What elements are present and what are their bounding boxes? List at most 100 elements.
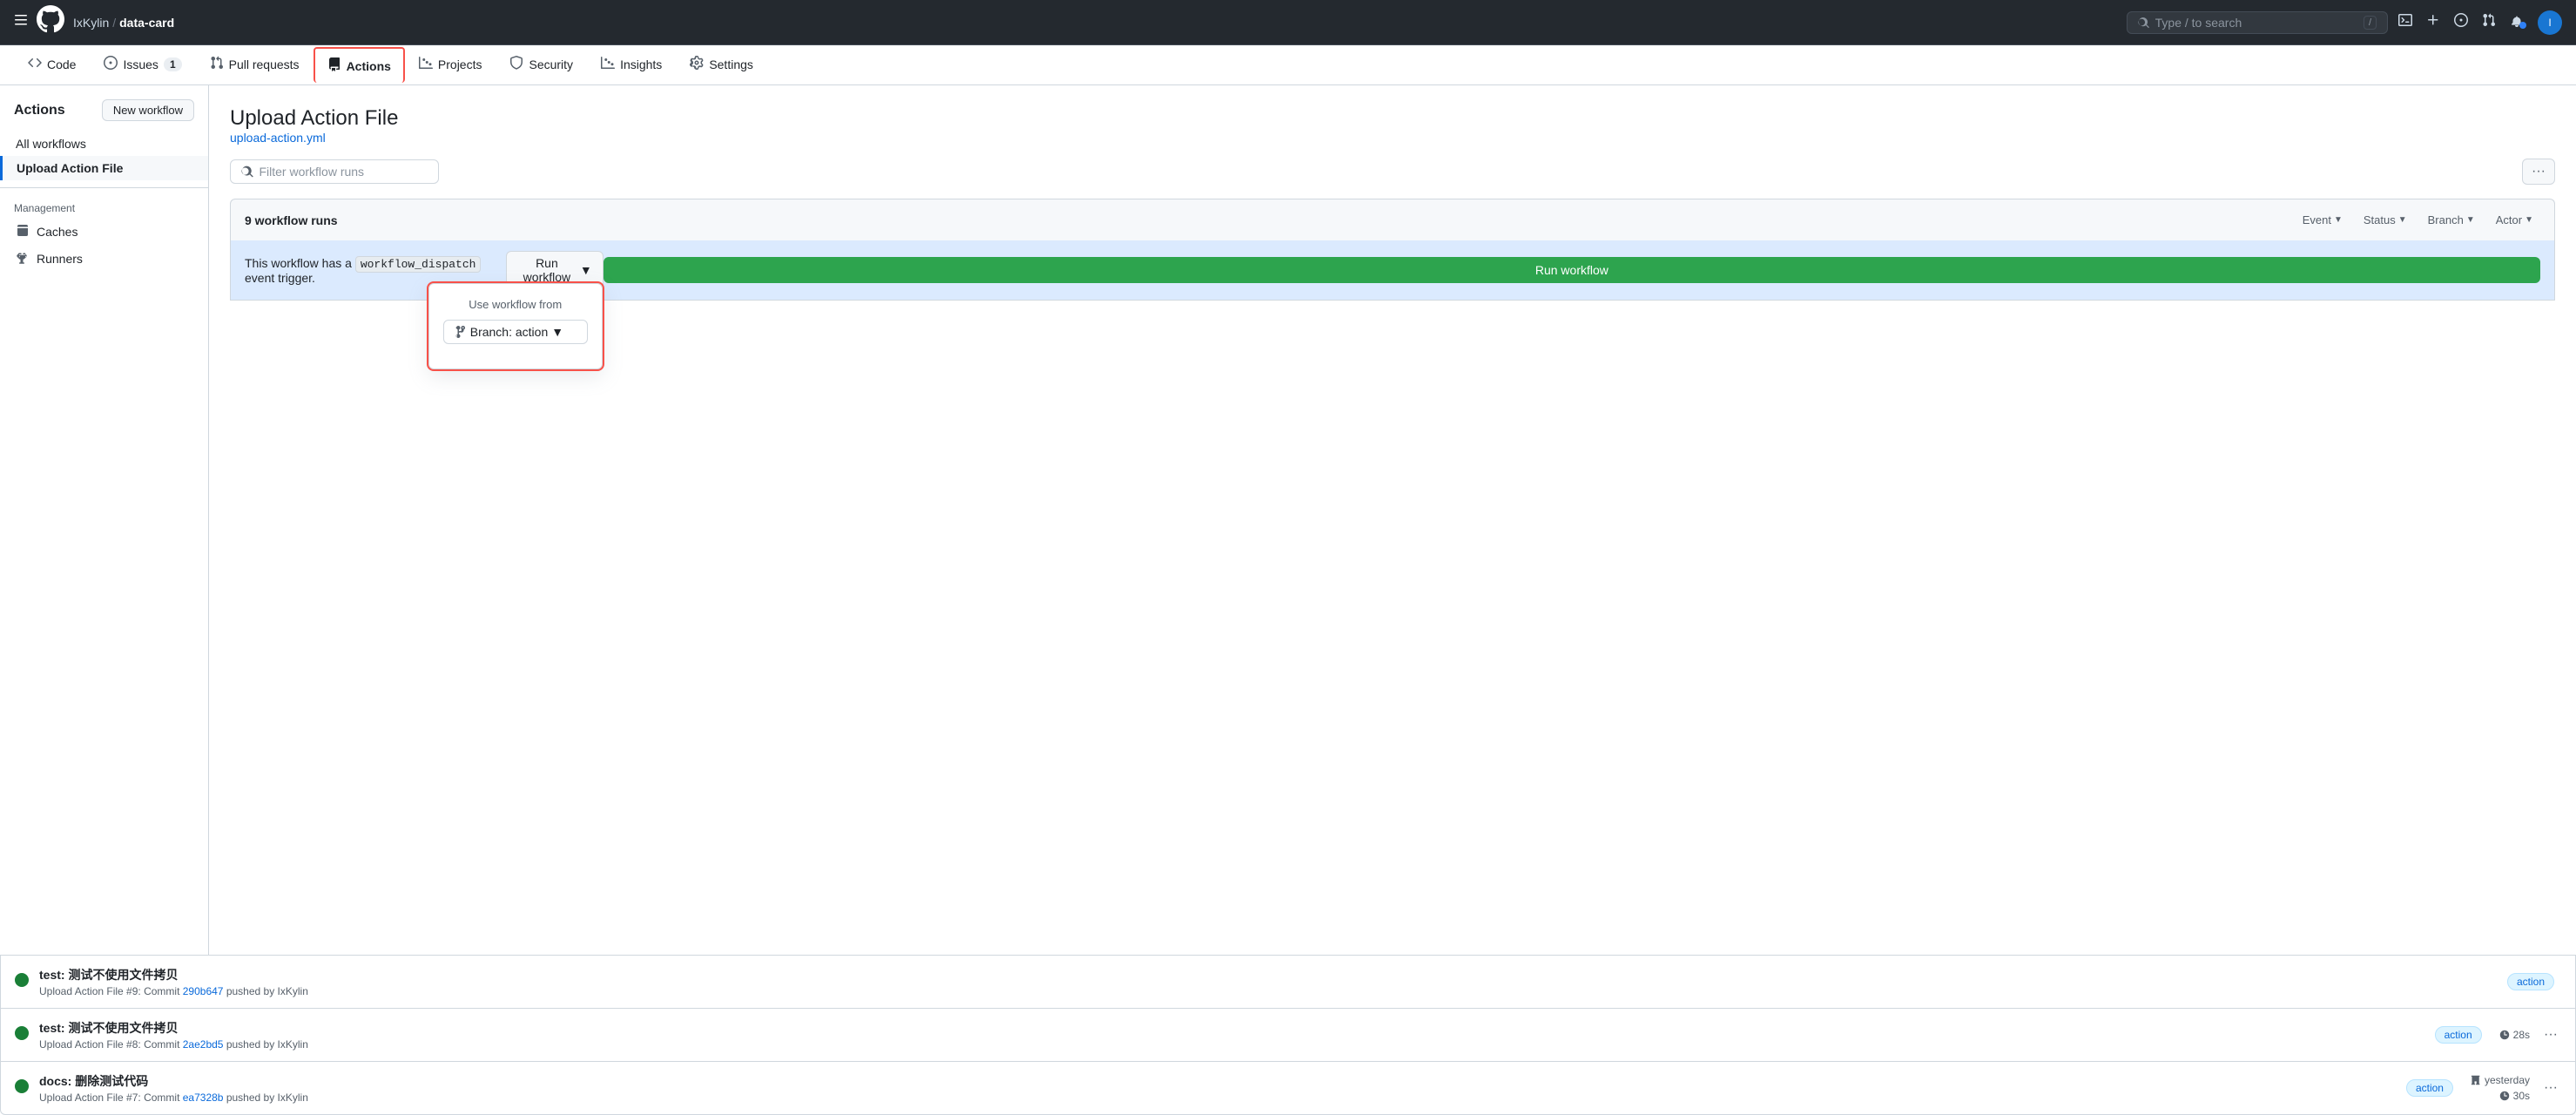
run-info: test: 测试不使用文件拷贝 Upload Action File #9: C… bbox=[39, 966, 2497, 997]
table-row[interactable]: test: 测试不使用文件拷贝 Upload Action File #8: C… bbox=[1, 1008, 2575, 1061]
branch-icon bbox=[453, 325, 467, 339]
caches-label: Caches bbox=[37, 225, 78, 239]
workflow-subtitle: upload-action.yml bbox=[230, 131, 2555, 145]
user-link[interactable]: IxKylin bbox=[73, 16, 109, 30]
pr-tab-icon bbox=[210, 56, 224, 72]
breadcrumb-slash: / bbox=[112, 16, 116, 30]
run-subtitle: Upload Action File #8: Commit 2ae2bd5 pu… bbox=[39, 1038, 2424, 1051]
run-tag[interactable]: action bbox=[2435, 1026, 2482, 1044]
event-filter-button[interactable]: Event ▼ bbox=[2296, 210, 2350, 230]
repo-link[interactable]: data-card bbox=[119, 16, 174, 30]
tab-actions[interactable]: Actions bbox=[314, 47, 405, 83]
run-tag[interactable]: action bbox=[2507, 973, 2554, 990]
branch-select[interactable]: Branch: action ▼ bbox=[443, 320, 588, 344]
filter-input[interactable] bbox=[259, 165, 428, 179]
run-workflow-dropdown-title: Use workflow from bbox=[443, 298, 588, 311]
tab-pull-requests[interactable]: Pull requests bbox=[196, 45, 314, 84]
run-tag[interactable]: action bbox=[2406, 1079, 2453, 1097]
tab-settings[interactable]: Settings bbox=[676, 45, 767, 84]
actor-filter-caret: ▼ bbox=[2525, 215, 2533, 225]
workflow-toolbar: ··· bbox=[230, 159, 2555, 185]
sidebar-item-upload-action[interactable]: Upload Action File bbox=[0, 156, 208, 180]
run-title: test: 测试不使用文件拷贝 bbox=[39, 1019, 2424, 1037]
run-options-button[interactable]: ··· bbox=[2540, 1024, 2561, 1046]
global-search[interactable]: / bbox=[2127, 11, 2388, 34]
content-area: Upload Action File upload-action.yml ···… bbox=[209, 85, 2576, 955]
sidebar-header: Actions New workflow bbox=[0, 99, 208, 132]
tab-security[interactable]: Security bbox=[496, 45, 587, 84]
run-commit-link[interactable]: 2ae2bd5 bbox=[183, 1038, 224, 1051]
status-filter-button[interactable]: Status ▼ bbox=[2357, 210, 2414, 230]
tab-issues[interactable]: Issues 1 bbox=[90, 45, 195, 84]
settings-tab-icon bbox=[690, 56, 704, 72]
sidebar-management-label: Management bbox=[0, 195, 208, 218]
new-workflow-button[interactable]: New workflow bbox=[102, 99, 194, 121]
workflow-header: Upload Action File upload-action.yml bbox=[230, 106, 2555, 145]
run-workflow-caret-icon: ▼ bbox=[580, 263, 592, 277]
workflow-file-link[interactable]: upload-action.yml bbox=[230, 131, 326, 145]
pr-icon[interactable] bbox=[2482, 13, 2496, 31]
sidebar-item-runners[interactable]: Runners bbox=[0, 245, 208, 272]
breadcrumb: IxKylin / data-card bbox=[73, 16, 174, 30]
notifications-wrap bbox=[2510, 13, 2524, 31]
avatar[interactable]: I bbox=[2538, 10, 2562, 35]
table-row[interactable]: docs: 删除测试代码 Upload Action File #7: Comm… bbox=[1, 1061, 2575, 1114]
terminal-icon[interactable] bbox=[2398, 13, 2412, 31]
github-logo-icon[interactable] bbox=[37, 5, 64, 39]
run-status-success-icon bbox=[15, 1079, 29, 1098]
upload-action-label: Upload Action File bbox=[17, 161, 123, 175]
run-meta: yesterday 30s bbox=[2471, 1074, 2530, 1102]
issues-tab-icon bbox=[104, 56, 118, 72]
filter-search-icon bbox=[241, 165, 253, 179]
search-kbd: / bbox=[2364, 16, 2377, 30]
tab-insights[interactable]: Insights bbox=[587, 45, 676, 84]
sidebar-item-caches[interactable]: Caches bbox=[0, 218, 208, 245]
caches-icon bbox=[16, 223, 30, 240]
run-commit-link[interactable]: 290b647 bbox=[183, 985, 224, 997]
runners-icon bbox=[16, 250, 30, 267]
issues-icon[interactable] bbox=[2454, 13, 2468, 31]
code-icon bbox=[28, 56, 42, 72]
dispatch-banner: This workflow has a workflow_dispatch ev… bbox=[230, 240, 2555, 301]
runs-count: 9 workflow runs bbox=[245, 213, 338, 227]
run-status-success-icon bbox=[15, 973, 29, 991]
security-tab-icon bbox=[509, 56, 523, 72]
tab-actions-label: Actions bbox=[347, 59, 391, 73]
run-time-label: yesterday bbox=[2471, 1074, 2530, 1086]
run-duration: 30s bbox=[2499, 1090, 2530, 1102]
run-subtitle: Upload Action File #7: Commit ea7328b pu… bbox=[39, 1091, 2396, 1104]
event-filter-caret: ▼ bbox=[2334, 215, 2343, 225]
branch-select-label: Branch: action bbox=[470, 325, 549, 339]
sidebar: Actions New workflow All workflows Uploa… bbox=[0, 85, 209, 955]
run-meta: 28s bbox=[2499, 1029, 2530, 1041]
filter-search-box[interactable] bbox=[230, 159, 439, 184]
insights-tab-icon bbox=[601, 56, 615, 72]
run-commit-link[interactable]: ea7328b bbox=[183, 1091, 224, 1104]
workflow-title: Upload Action File bbox=[230, 106, 2555, 131]
run-duration: 28s bbox=[2499, 1029, 2530, 1041]
branch-filter-caret: ▼ bbox=[2466, 215, 2475, 225]
run-options-button[interactable]: ··· bbox=[2540, 1077, 2561, 1099]
actor-filter-button[interactable]: Actor ▼ bbox=[2489, 210, 2540, 230]
more-options-button[interactable]: ··· bbox=[2522, 159, 2555, 185]
table-row[interactable]: test: 测试不使用文件拷贝 Upload Action File #9: C… bbox=[1, 955, 2575, 1008]
plus-icon[interactable] bbox=[2426, 13, 2440, 31]
run-workflow-button[interactable]: Run workflow ▼ Use workflow from Branch:… bbox=[506, 251, 604, 289]
run-info: test: 测试不使用文件拷贝 Upload Action File #8: C… bbox=[39, 1019, 2424, 1051]
tab-code[interactable]: Code bbox=[14, 45, 90, 84]
repo-tabs: Code Issues 1 Pull requests Actions Proj… bbox=[0, 45, 2576, 85]
hamburger-icon[interactable] bbox=[14, 13, 28, 31]
issues-badge: 1 bbox=[164, 57, 182, 71]
run-workflow-confirm-button[interactable]: Run workflow bbox=[604, 257, 2540, 283]
top-nav: IxKylin / data-card / I bbox=[0, 0, 2576, 45]
runs-header: 9 workflow runs Event ▼ Status ▼ Branch … bbox=[230, 199, 2555, 240]
search-input[interactable] bbox=[2155, 16, 2358, 30]
sidebar-item-all-workflows[interactable]: All workflows bbox=[0, 132, 208, 156]
tab-projects-label: Projects bbox=[438, 57, 482, 71]
run-status-success-icon bbox=[15, 1026, 29, 1044]
dispatch-text: This workflow has a workflow_dispatch ev… bbox=[245, 256, 506, 285]
branch-filter-button[interactable]: Branch ▼ bbox=[2421, 210, 2482, 230]
tab-projects[interactable]: Projects bbox=[405, 45, 496, 84]
run-info: docs: 删除测试代码 Upload Action File #7: Comm… bbox=[39, 1072, 2396, 1104]
main-layout: Actions New workflow All workflows Uploa… bbox=[0, 85, 2576, 955]
